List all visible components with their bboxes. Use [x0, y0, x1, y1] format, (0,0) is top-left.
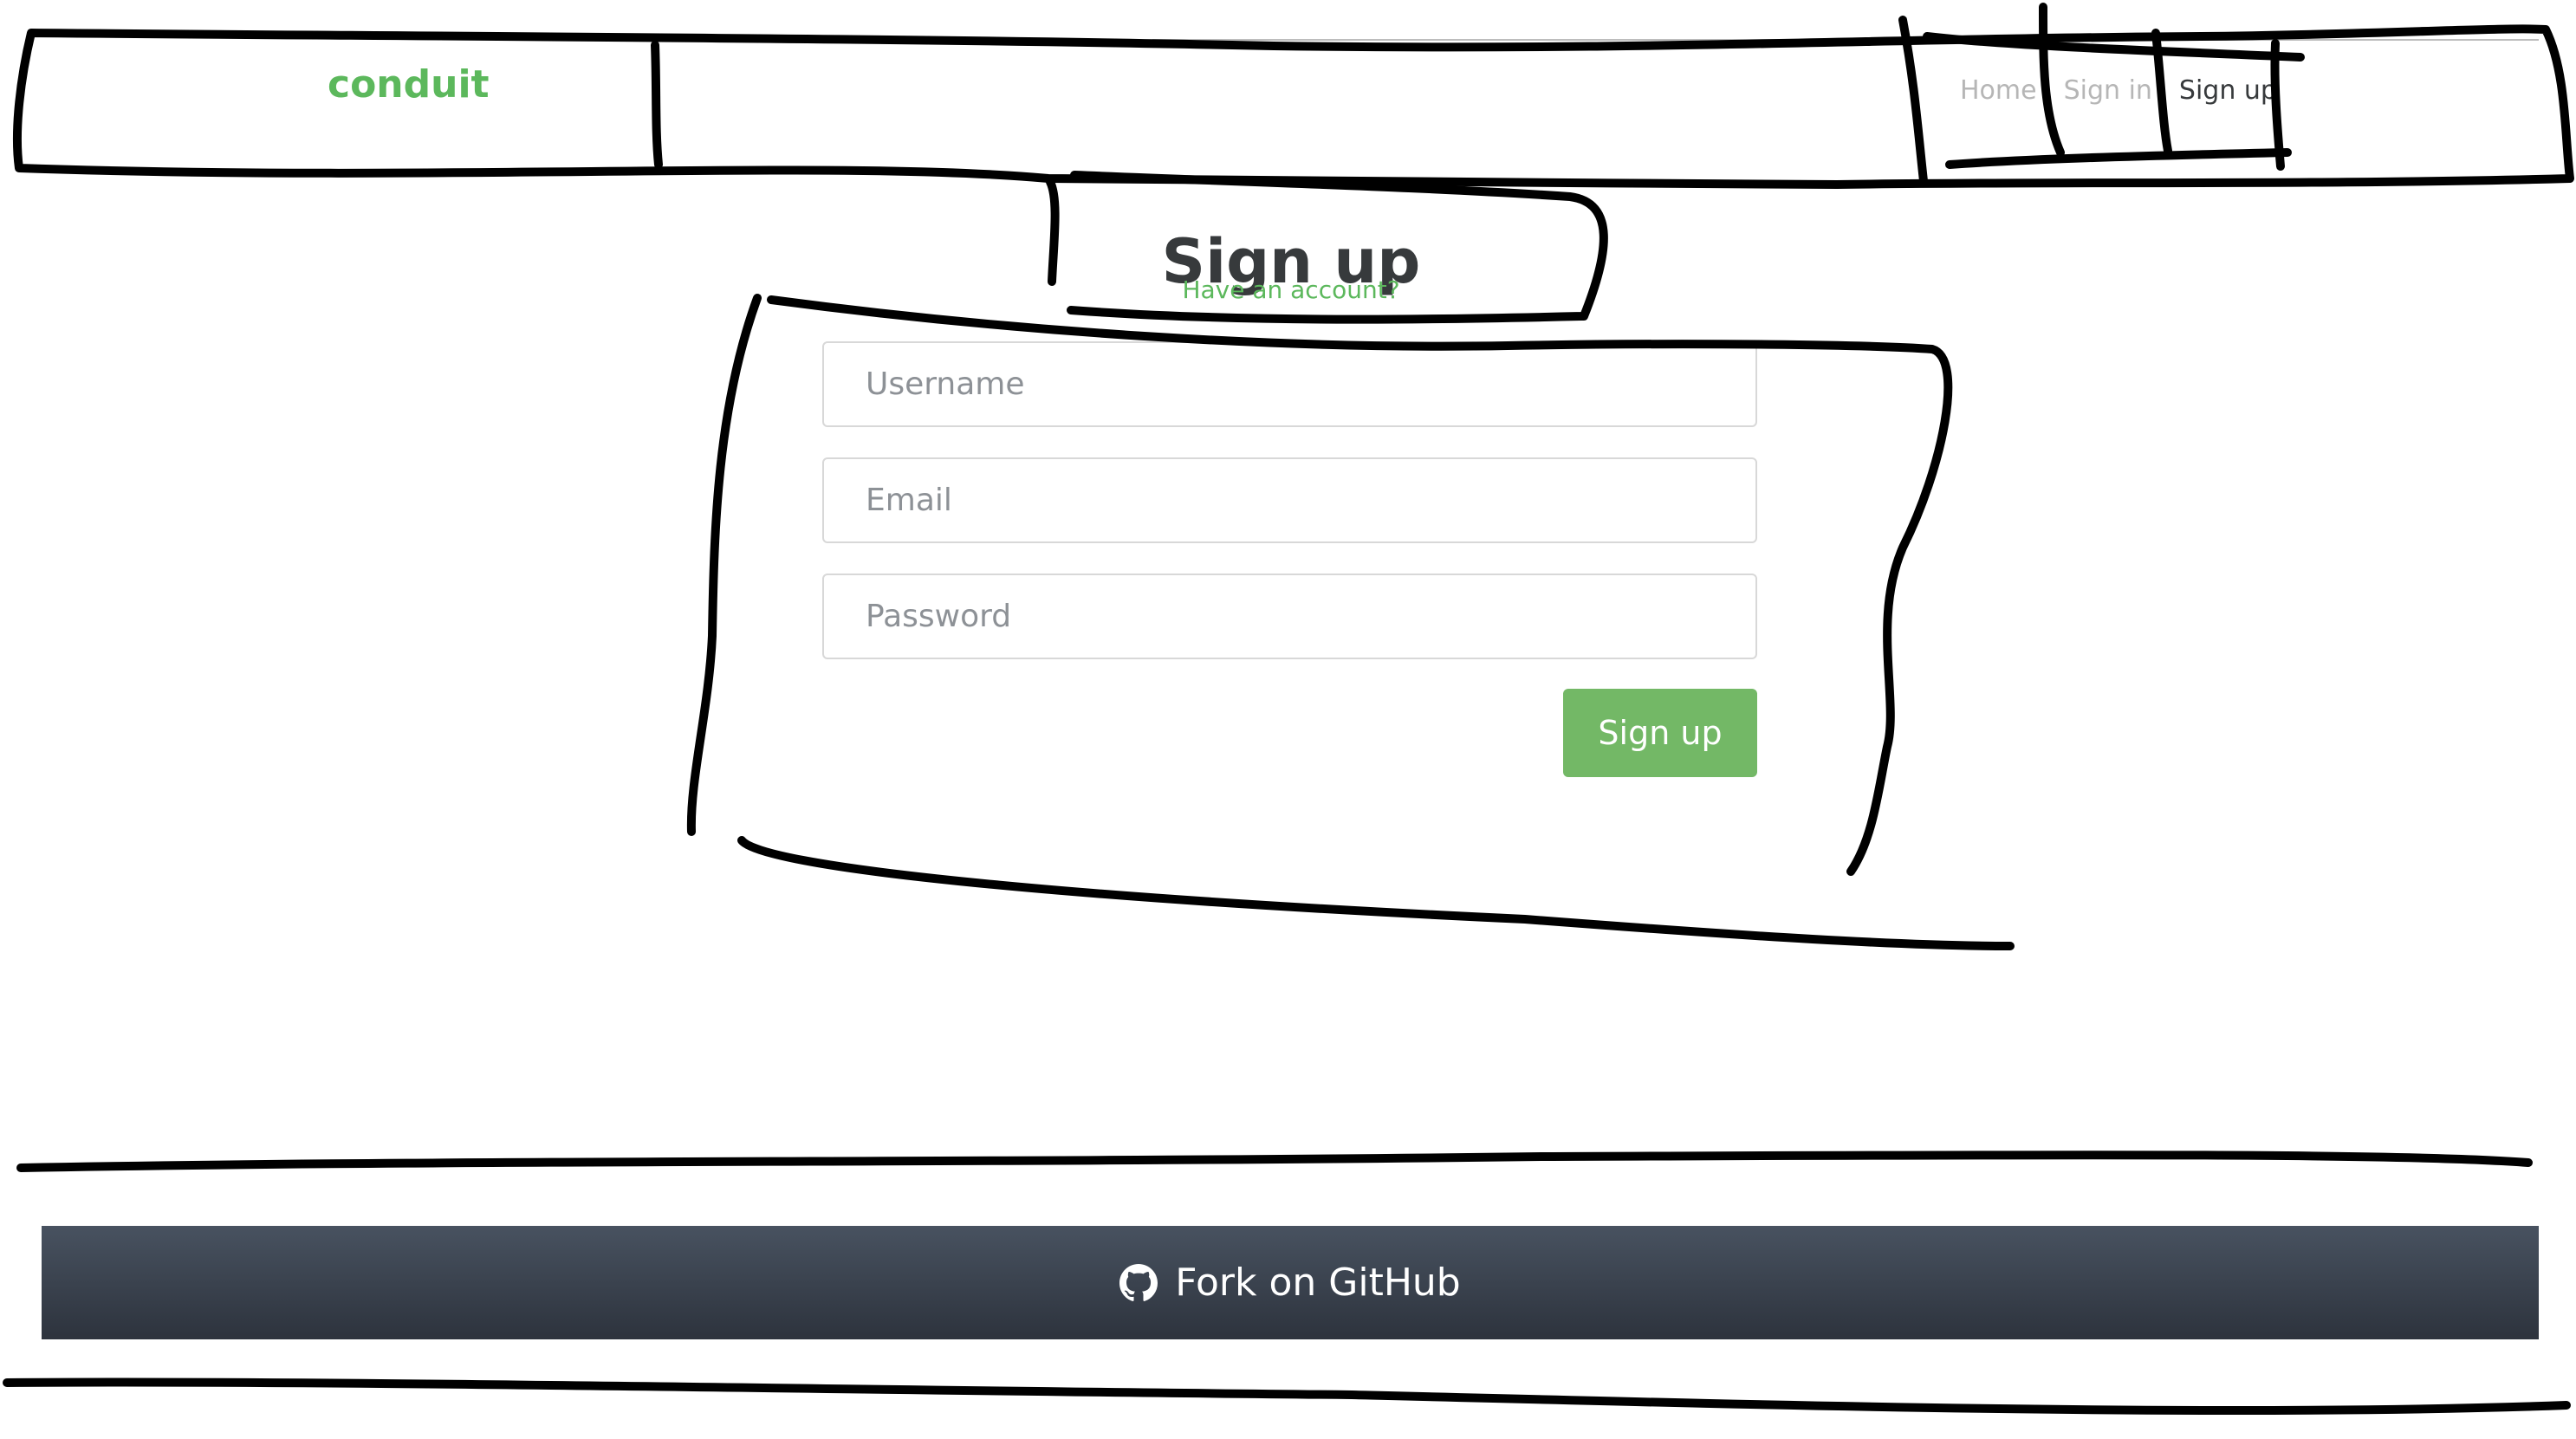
github-footer-label: Fork on GitHub [1175, 1261, 1461, 1305]
hand-drawn-annotations [3, 3, 2574, 1416]
have-account-link[interactable]: Have an account? [1099, 275, 1483, 304]
github-footer-content: Fork on GitHub [1119, 1261, 1461, 1305]
password-input[interactable] [824, 575, 1755, 658]
page: conduit Home Sign in Sign up Sign up Hav… [0, 0, 2576, 1439]
brand-logo[interactable]: conduit [328, 62, 490, 107]
nav-sign-up[interactable]: Sign up [2179, 75, 2277, 106]
github-footer-link[interactable]: Fork on GitHub [42, 1226, 2539, 1339]
password-field [822, 574, 1757, 659]
top-divider [1152, 39, 2539, 41]
username-field [822, 341, 1757, 427]
sign-up-button[interactable]: Sign up [1563, 689, 1757, 777]
nav-sign-in[interactable]: Sign in [2064, 75, 2152, 106]
username-input[interactable] [824, 343, 1755, 425]
email-field [822, 457, 1757, 543]
github-icon [1119, 1263, 1158, 1301]
nav-home[interactable]: Home [1960, 75, 2037, 106]
primary-nav: Home Sign in Sign up [1960, 71, 2277, 109]
email-input[interactable] [824, 459, 1755, 541]
